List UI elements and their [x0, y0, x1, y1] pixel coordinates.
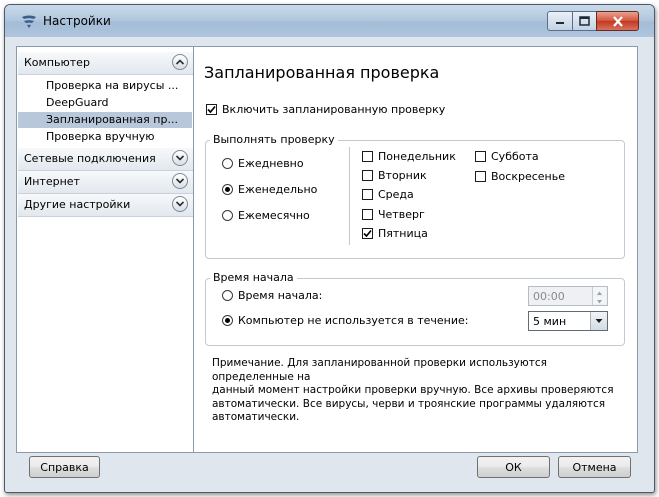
start-time-stepper[interactable]: 00:00: [528, 286, 608, 306]
window-title: Настройки: [43, 14, 111, 28]
sidebar-item-label: Проверка вручную: [46, 130, 155, 143]
close-button[interactable]: [596, 11, 639, 31]
start-time-value: 00:00: [533, 290, 565, 303]
help-button-label: Справка: [40, 460, 89, 474]
close-icon: [612, 15, 623, 27]
sidebar-item-virus-scan[interactable]: Проверка на вирусы ...: [18, 78, 192, 94]
friday-label: Пятница: [378, 227, 428, 240]
chevron-up-icon[interactable]: [172, 54, 188, 70]
help-button[interactable]: Справка: [29, 456, 100, 478]
start-time-legend: Время начала: [210, 271, 297, 284]
wednesday-label: Среда: [378, 188, 414, 201]
dropdown-arrow-icon[interactable]: [590, 312, 607, 330]
nav-section-other-settings[interactable]: Другие настройки: [18, 194, 193, 217]
idle-time-radio[interactable]: [222, 315, 233, 326]
monthly-label: Ежемесячно: [238, 209, 310, 222]
cancel-button[interactable]: Отмена: [558, 456, 631, 478]
checkmark-icon: [207, 105, 216, 114]
main-panel: Запланированная проверка Включить заплан…: [194, 47, 637, 452]
enable-scheduled-scan-label: Включить запланированную проверку: [222, 103, 446, 116]
content-area: Компьютер Проверка на вирусы ... DeepGua…: [16, 46, 638, 453]
tuesday-label: Вторник: [378, 169, 427, 182]
nav-section-label: Сетевые подключения: [24, 152, 156, 165]
sidebar-item-deepguard[interactable]: DeepGuard: [18, 95, 192, 111]
sunday-label: Воскресенье: [491, 170, 565, 183]
sidebar-item-label: Проверка на вирусы ...: [46, 79, 179, 92]
nav-section-label: Другие настройки: [24, 198, 131, 211]
idle-duration-value: 5 мин: [533, 315, 567, 328]
chevron-down-icon[interactable]: [172, 196, 188, 212]
weekly-radio[interactable]: [222, 184, 233, 195]
maximize-icon: [579, 16, 590, 26]
nav-section-network[interactable]: Сетевые подключения: [18, 148, 193, 171]
ok-button[interactable]: ОК: [477, 456, 550, 478]
minimize-icon: [556, 22, 564, 24]
saturday-label: Суббота: [491, 150, 539, 163]
minimize-button[interactable]: [547, 11, 573, 31]
daily-radio[interactable]: [222, 158, 233, 169]
daily-label: Ежедневно: [238, 157, 304, 170]
nav-section-label: Интернет: [24, 175, 80, 188]
ok-button-label: ОК: [505, 460, 522, 474]
monthly-radio[interactable]: [222, 210, 233, 221]
settings-window: Настройки Компьютер Проверка на вирусы .…: [4, 4, 655, 493]
app-logo-icon: [22, 15, 36, 28]
sidebar: Компьютер Проверка на вирусы ... DeepGua…: [17, 47, 194, 452]
nav-section-internet[interactable]: Интернет: [18, 171, 193, 194]
start-time-radio[interactable]: [222, 290, 233, 301]
nav-section-computer[interactable]: Компьютер: [18, 52, 193, 75]
idle-duration-select[interactable]: 5 мин: [528, 311, 608, 331]
scan-note: Примечание. Для запланированной проверки…: [212, 357, 614, 423]
sidebar-item-label: DeepGuard: [46, 96, 109, 109]
nav-section-label: Компьютер: [24, 56, 90, 69]
monday-label: Понедельник: [378, 150, 456, 163]
weekly-label: Еженедельно: [238, 183, 318, 196]
monday-checkbox[interactable]: [362, 151, 373, 162]
stepper-up-button[interactable]: [593, 287, 606, 295]
sidebar-item-label: Запланированная пр...: [46, 113, 178, 126]
enable-scheduled-scan-checkbox[interactable]: [206, 104, 217, 115]
sidebar-item-scheduled-scan[interactable]: Запланированная пр...: [18, 112, 192, 128]
idle-time-label: Компьютер не используется в течение:: [238, 314, 469, 327]
chevron-down-icon[interactable]: [172, 173, 188, 189]
chevron-down-icon[interactable]: [172, 150, 188, 166]
sunday-checkbox[interactable]: [475, 171, 486, 182]
maximize-button[interactable]: [572, 11, 597, 31]
divider: [349, 147, 350, 245]
cancel-button-label: Отмена: [572, 460, 617, 474]
caret-down-icon: [597, 300, 602, 304]
frequency-legend: Выполнять проверку: [210, 133, 338, 146]
page-title: Запланированная проверка: [204, 63, 440, 82]
start-time-label: Время начала:: [238, 289, 323, 302]
wednesday-checkbox[interactable]: [362, 189, 373, 200]
tuesday-checkbox[interactable]: [362, 170, 373, 181]
saturday-checkbox[interactable]: [475, 151, 486, 162]
title-bar[interactable]: Настройки: [5, 5, 654, 37]
thursday-checkbox[interactable]: [362, 209, 373, 220]
checkmark-icon: [363, 229, 372, 238]
thursday-label: Четверг: [378, 208, 425, 221]
friday-checkbox[interactable]: [362, 228, 373, 239]
stepper-down-button[interactable]: [593, 296, 606, 304]
sidebar-item-manual-scan[interactable]: Проверка вручную: [18, 129, 192, 145]
